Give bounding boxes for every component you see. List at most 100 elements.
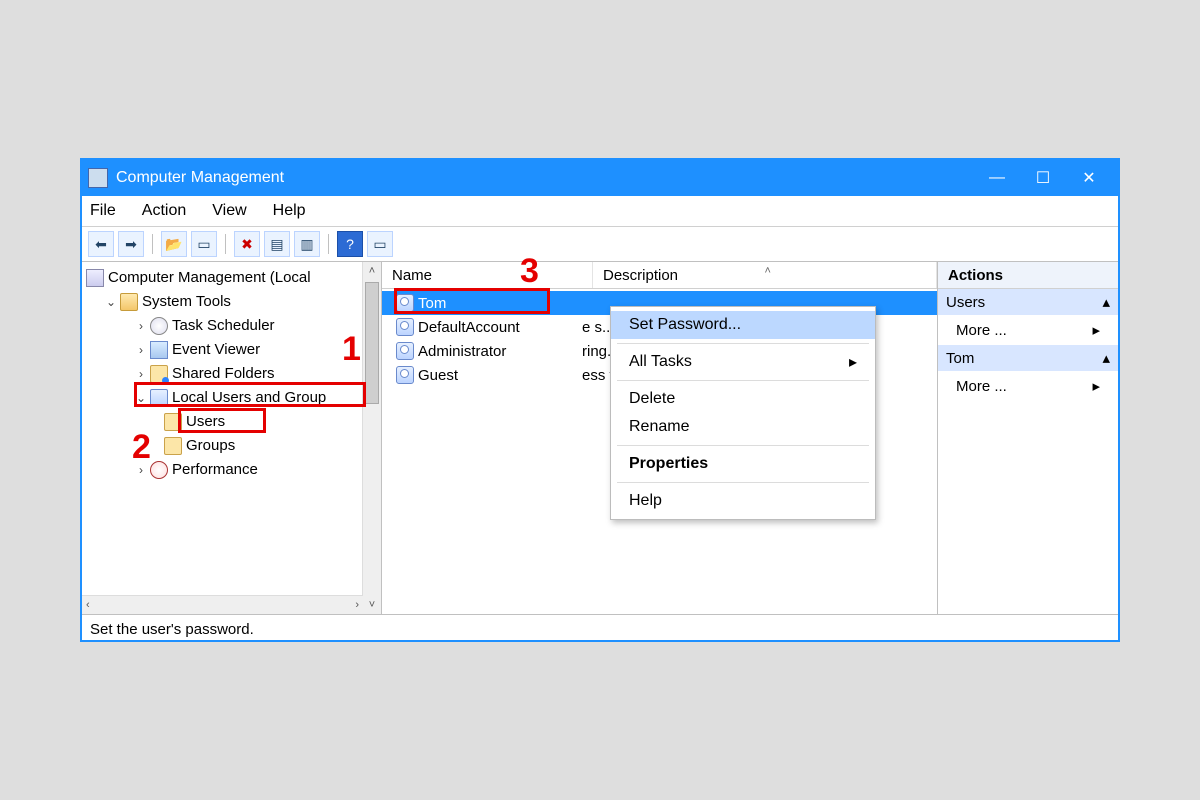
user-icon <box>396 342 414 360</box>
actions-section-tom-label: Tom <box>946 350 974 367</box>
list-header: Name Description ˄ <box>382 262 937 289</box>
column-name[interactable]: Name <box>382 262 593 288</box>
tree-local-users-groups[interactable]: ⌄ Local Users and Group <box>86 386 360 410</box>
context-menu: Set Password... All Tasks ▸ Delete Renam… <box>610 306 876 520</box>
forward-button[interactable]: ➡ <box>118 231 144 257</box>
export-button[interactable]: ▥ <box>294 231 320 257</box>
tree-task-scheduler[interactable]: › Task Scheduler <box>86 314 360 338</box>
tree-shared-folders-label: Shared Folders <box>172 362 275 386</box>
toolbar: ⬅ ➡ 📂 ▭ ✖ ▤ ▥ ? ▭ <box>82 227 1118 262</box>
expander-closed-icon[interactable]: › <box>134 458 148 482</box>
tree-vertical-scrollbar[interactable]: ˄ ˅ <box>362 262 381 614</box>
toolbar-separator <box>225 234 226 254</box>
shared-folder-icon <box>150 365 168 383</box>
actions-more-tom[interactable]: More ... ▸ <box>938 371 1118 401</box>
tree-task-scheduler-label: Task Scheduler <box>172 314 275 338</box>
management-icon <box>86 269 104 287</box>
context-all-tasks-label: All Tasks <box>629 353 692 371</box>
column-description-label: Description <box>603 267 678 284</box>
tree-users-label: Users <box>186 410 225 434</box>
menu-help[interactable]: Help <box>273 202 306 220</box>
context-rename-label: Rename <box>629 418 689 436</box>
tree-event-viewer[interactable]: › Event Viewer <box>86 338 360 362</box>
menu-action[interactable]: Action <box>142 202 186 220</box>
refresh-button[interactable]: ▭ <box>367 231 393 257</box>
tree-performance[interactable]: › Performance <box>86 458 360 482</box>
context-rename[interactable]: Rename <box>611 413 875 441</box>
tree-shared-folders[interactable]: › Shared Folders <box>86 362 360 386</box>
context-separator <box>617 380 869 381</box>
context-set-password[interactable]: Set Password... <box>611 311 875 339</box>
expander-open-icon[interactable]: ⌄ <box>104 290 118 314</box>
tree-local-users-groups-label: Local Users and Group <box>172 386 326 410</box>
back-button[interactable]: ⬅ <box>88 231 114 257</box>
expander-closed-icon[interactable]: › <box>134 338 148 362</box>
context-set-password-label: Set Password... <box>629 316 741 334</box>
context-help[interactable]: Help <box>611 487 875 515</box>
performance-icon <box>150 461 168 479</box>
context-separator <box>617 343 869 344</box>
properties-button[interactable]: ▤ <box>264 231 290 257</box>
expander-closed-icon[interactable]: › <box>134 362 148 386</box>
tree-root-label: Computer Management (Local <box>108 266 311 290</box>
show-tree-button[interactable]: ▭ <box>191 231 217 257</box>
up-button[interactable]: 📂 <box>161 231 187 257</box>
expander-open-icon[interactable]: ⌄ <box>134 386 148 410</box>
actions-pane: Actions Users ▴ More ... ▸ Tom ▴ More ..… <box>938 262 1118 614</box>
tree-pane: Computer Management (Local ⌄ System Tool… <box>82 262 382 614</box>
context-help-label: Help <box>629 492 662 510</box>
column-description[interactable]: Description ˄ <box>593 262 937 288</box>
scroll-left-icon[interactable]: ‹ <box>86 599 90 611</box>
help-button[interactable]: ? <box>337 231 363 257</box>
minimize-button[interactable]: — <box>974 164 1020 192</box>
clock-icon <box>150 317 168 335</box>
close-button[interactable]: ✕ <box>1066 164 1112 192</box>
context-delete[interactable]: Delete <box>611 385 875 413</box>
user-name: Guest <box>418 367 458 384</box>
column-name-label: Name <box>392 267 432 284</box>
chevron-right-icon: ▸ <box>1092 377 1100 395</box>
actions-header: Actions <box>938 262 1118 289</box>
tree-users[interactable]: Users <box>86 410 360 434</box>
actions-more-label: More ... <box>956 322 1007 339</box>
computer-management-window: Computer Management — ☐ ✕ File Action Vi… <box>80 158 1120 642</box>
menubar: File Action View Help <box>82 196 1118 227</box>
scroll-right-icon[interactable]: › <box>355 599 359 611</box>
user-name: Tom <box>418 295 446 312</box>
actions-section-users[interactable]: Users ▴ <box>938 289 1118 315</box>
context-delete-label: Delete <box>629 390 675 408</box>
actions-section-tom[interactable]: Tom ▴ <box>938 345 1118 371</box>
user-name: DefaultAccount <box>418 319 520 336</box>
tree-groups[interactable]: Groups <box>86 434 360 458</box>
actions-more-label: More ... <box>956 378 1007 395</box>
context-properties[interactable]: Properties <box>611 450 875 478</box>
user-icon <box>396 294 414 312</box>
users-group-icon <box>150 389 168 407</box>
toolbar-separator <box>328 234 329 254</box>
menu-file[interactable]: File <box>90 202 116 220</box>
tree-root[interactable]: Computer Management (Local <box>86 266 360 290</box>
main-panes: Computer Management (Local ⌄ System Tool… <box>82 262 1118 615</box>
actions-more-users[interactable]: More ... ▸ <box>938 315 1118 345</box>
context-separator <box>617 482 869 483</box>
actions-section-users-label: Users <box>946 294 985 311</box>
expander-closed-icon[interactable]: › <box>134 314 148 338</box>
scroll-thumb[interactable] <box>365 282 379 404</box>
titlebar[interactable]: Computer Management — ☐ ✕ <box>82 160 1118 196</box>
scroll-down-icon[interactable]: ˅ <box>363 596 381 614</box>
maximize-button[interactable]: ☐ <box>1020 164 1066 192</box>
window-title: Computer Management <box>116 169 974 187</box>
chevron-right-icon: ▸ <box>849 352 857 372</box>
folder-icon <box>164 437 182 455</box>
tree-system-tools[interactable]: ⌄ System Tools <box>86 290 360 314</box>
collapse-icon: ▴ <box>1102 349 1110 367</box>
app-icon <box>88 168 108 188</box>
scroll-up-icon[interactable]: ˄ <box>363 262 381 280</box>
tree-horizontal-scrollbar[interactable]: ‹ › <box>82 595 363 614</box>
toolbar-separator <box>152 234 153 254</box>
tree-content: Computer Management (Local ⌄ System Tool… <box>82 262 362 614</box>
context-all-tasks[interactable]: All Tasks ▸ <box>611 348 875 376</box>
menu-view[interactable]: View <box>212 202 246 220</box>
delete-button[interactable]: ✖ <box>234 231 260 257</box>
context-separator <box>617 445 869 446</box>
